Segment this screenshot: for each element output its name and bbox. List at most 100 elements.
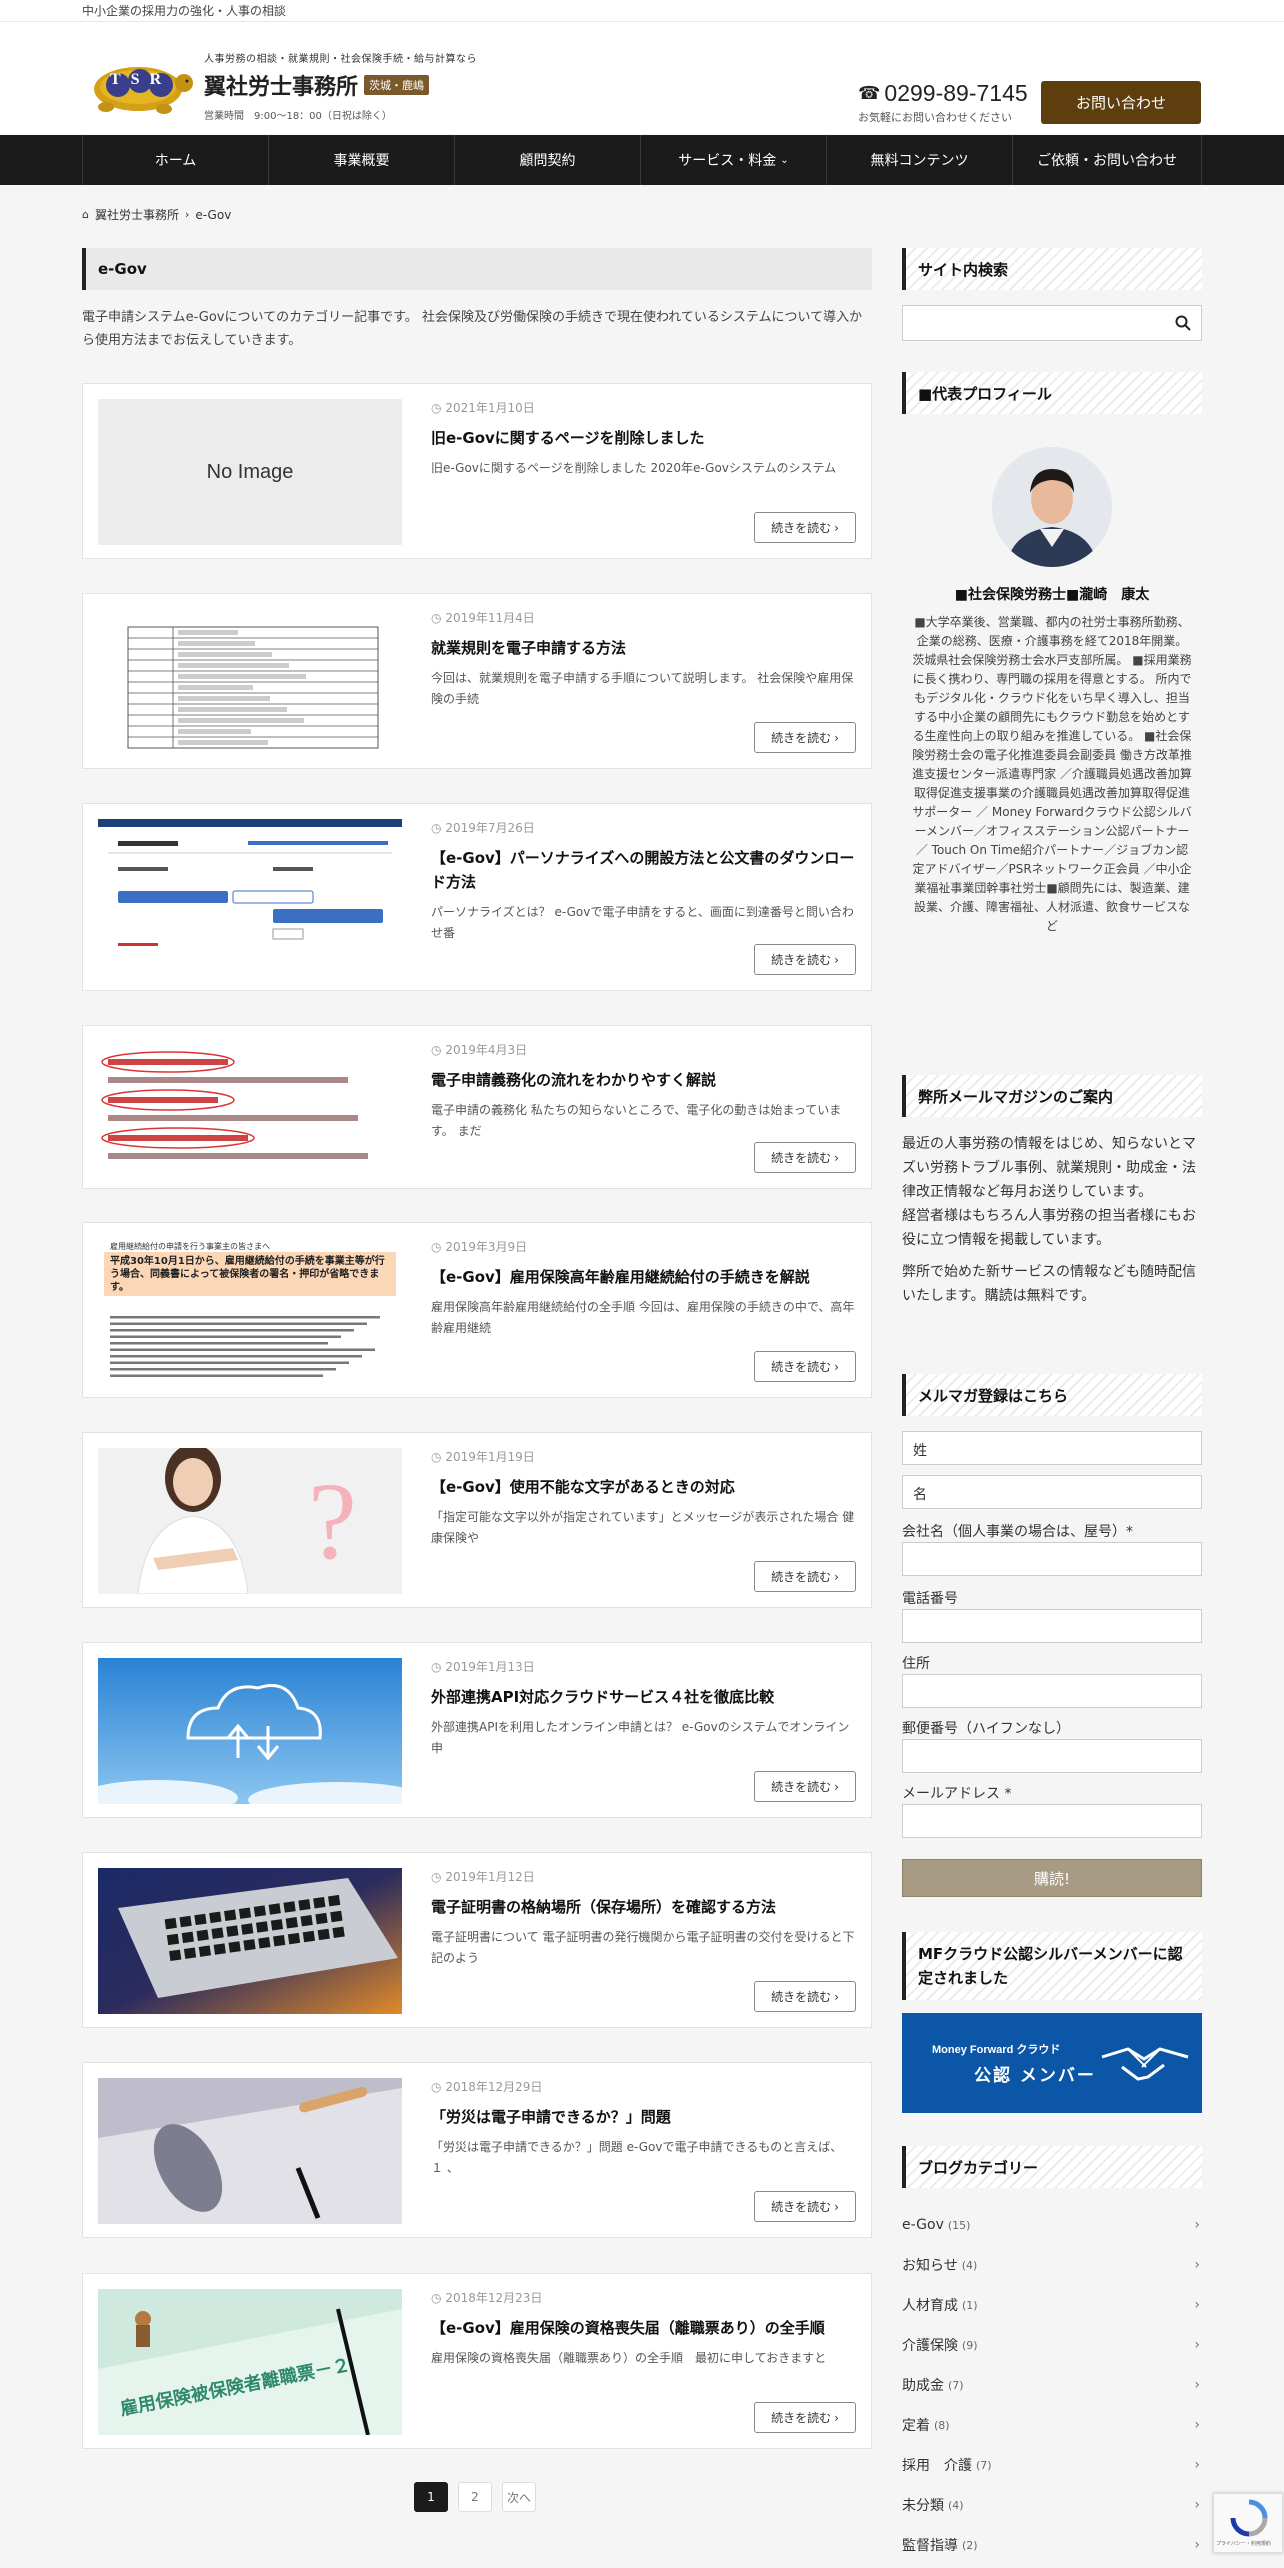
chevron-right-icon: ›	[834, 1150, 839, 1165]
post-thumbnail[interactable]: 雇用保険被保険者離職票－２	[98, 2289, 402, 2435]
category-item[interactable]: 助成金 (7) ›	[902, 2366, 1202, 2404]
post-title[interactable]: 電子証明書の格納場所（保存場所）を確認する方法	[431, 1895, 857, 1919]
post-thumbnail[interactable]	[98, 609, 402, 755]
post-title[interactable]: 【e-Gov】使用不能な文字があるときの対応	[431, 1475, 857, 1499]
post-card[interactable]: ◷ 2018年12月29日 「労災は電子申請できるか？」問題 「労災は電子申請で…	[82, 2062, 872, 2238]
read-more-button[interactable]: 続きを読む ›	[754, 512, 856, 543]
breadcrumb-home[interactable]: 翼社労士事務所	[95, 206, 179, 223]
post-title[interactable]: 旧e-Govに関するページを削除しました	[431, 426, 857, 450]
post-title[interactable]: 電子申請義務化の流れをわかりやすく解説	[431, 1068, 857, 1092]
read-more-button[interactable]: 続きを読む ›	[754, 1142, 856, 1173]
zip-field[interactable]	[902, 1739, 1202, 1773]
post-card[interactable]: 雇用保険被保険者離職票－２ ◷ 2018年12月23日 【e-Gov】雇用保険の…	[82, 2273, 872, 2449]
page-2-button[interactable]: 2	[458, 2482, 492, 2512]
read-more-button[interactable]: 続きを読む ›	[754, 2191, 856, 2222]
post-thumbnail[interactable]	[98, 1868, 402, 2014]
search-icon[interactable]	[1175, 315, 1191, 331]
category-widget-title: ブログカテゴリー	[902, 2146, 1202, 2188]
category-item[interactable]: お知らせ (4) ›	[902, 2246, 1202, 2284]
clock-icon: ◷	[431, 2080, 442, 2094]
post-thumbnail[interactable]	[98, 1658, 402, 1804]
category-count: (15)	[947, 2218, 971, 2232]
post-excerpt: 「労災は電子申請できるか？」問題 e-Govで電子申請できるものと言えば、 １ …	[431, 2140, 843, 2175]
category-item[interactable]: e-Gov (15) ›	[902, 2206, 1202, 2244]
category-name: お知らせ	[902, 2258, 958, 2274]
nav-item-advisory[interactable]: 顧問契約	[454, 135, 640, 185]
next-page-button[interactable]: 次へ	[502, 2482, 536, 2512]
post-thumbnail[interactable]: 雇用継続給付の申請を行う事業主の皆さまへ 平成30年10月1日から、雇用継続給付の…	[98, 1238, 402, 1384]
nav-item-business[interactable]: 事業概要	[268, 135, 454, 185]
turtle-logo-icon: TSR	[84, 55, 196, 117]
page-1-button[interactable]: 1	[414, 2482, 448, 2512]
post-card[interactable]: No Image ◷ 2021年1月10日 旧e-Govに関するページを削除しま…	[82, 383, 872, 559]
post-card[interactable]: ? ◷ 2019年1月19日 【e-Gov】使用不能な文字があるときの対応 「指…	[82, 1432, 872, 1608]
post-thumbnail[interactable]	[98, 819, 402, 965]
pen-paper-thumb	[98, 2078, 402, 2224]
category-name: e-Gov	[902, 2217, 944, 2233]
subscribe-button[interactable]: 購読!	[902, 1859, 1202, 1897]
category-item[interactable]: 人材育成 (1) ›	[902, 2286, 1202, 2324]
address-field[interactable]	[902, 1674, 1202, 1708]
post-title[interactable]: 【e-Gov】パーソナライズへの開設方法と公文書のダウンロード方法	[431, 846, 857, 894]
nav-item-services[interactable]: サービス・料金 ⌄	[640, 135, 826, 185]
email-field[interactable]	[902, 1804, 1202, 1838]
category-count: (1)	[962, 2298, 978, 2312]
notice-heading: 雇用継続給付の申請を行う事業主の皆さまへ	[110, 1242, 270, 1251]
site-search-input[interactable]	[902, 305, 1202, 341]
post-card[interactable]: ◷ 2019年4月3日 電子申請義務化の流れをわかりやすく解説 電子申請の義務化…	[82, 1025, 872, 1189]
category-item[interactable]: 監督指導 (2) ›	[902, 2526, 1202, 2564]
post-title[interactable]: 【e-Gov】雇用保険の資格喪失届（離職票あり）の全手順	[431, 2316, 857, 2340]
post-thumbnail[interactable]: ?	[98, 1448, 402, 1594]
category-item[interactable]: 採用 介護 (7) ›	[902, 2446, 1202, 2484]
company-field[interactable]	[902, 1542, 1202, 1576]
nav-item-inquiry[interactable]: ご依頼・お問い合わせ	[1012, 135, 1202, 185]
category-item[interactable]: 介護保険 (9) ›	[902, 2326, 1202, 2364]
read-more-button[interactable]: 続きを読む ›	[754, 2402, 856, 2433]
post-card[interactable]: ◷ 2019年11月4日 就業規則を電子申請する方法 今回は、就業規則を電子申請…	[82, 593, 872, 769]
profile-bio: ■大学卒業後、営業職、都内の社労士事務所勤務、企業の総務、医療・介護事務を経て2…	[912, 615, 1192, 933]
nav-item-home[interactable]: ホーム	[82, 135, 268, 185]
home-icon: ⌂	[82, 208, 89, 221]
read-more-button[interactable]: 続きを読む ›	[754, 722, 856, 753]
post-thumbnail[interactable]: No Image	[98, 399, 402, 545]
post-excerpt: 外部連携APIを利用したオンライン申請とは？ e-Govのシステムでオンライン申	[431, 1720, 850, 1755]
last-name-field[interactable]: 姓	[902, 1431, 1202, 1465]
recaptcha-badge[interactable]: プライバシー・利用規約	[1213, 2493, 1283, 2553]
read-more-button[interactable]: 続きを読む ›	[754, 944, 856, 975]
read-more-button[interactable]: 続きを読む ›	[754, 1351, 856, 1382]
post-title[interactable]: 外部連携API対応クラウドサービス４社を徹底比較	[431, 1685, 857, 1709]
phone-contact[interactable]: ☎ 0299-89-7145 お気軽にお問い合わせください	[858, 80, 1028, 125]
clock-icon: ◷	[431, 611, 442, 625]
read-more-button[interactable]: 続きを読む ›	[754, 1771, 856, 1802]
category-name: 人材育成	[902, 2298, 958, 2314]
category-item[interactable]: 未分類 (4) ›	[902, 2486, 1202, 2524]
read-more-button[interactable]: 続きを読む ›	[754, 1561, 856, 1592]
post-thumbnail[interactable]	[98, 2078, 402, 2224]
post-title[interactable]: 就業規則を電子申請する方法	[431, 636, 857, 660]
first-name-field[interactable]: 名	[902, 1475, 1202, 1509]
phone-field[interactable]	[902, 1609, 1202, 1643]
cloud-upload-thumb	[98, 1658, 402, 1804]
category-count: (4)	[961, 2258, 978, 2272]
post-title[interactable]: 「労災は電子申請できるか？」問題	[431, 2105, 857, 2129]
chevron-right-icon: ›	[834, 730, 839, 745]
chevron-right-icon: ›	[834, 2199, 839, 2214]
read-more-button[interactable]: 続きを読む ›	[754, 1981, 856, 2012]
post-excerpt: 「指定可能な文字以外が指定されています」とメッセージが表示された場合 健康保険や	[431, 1510, 855, 1545]
nav-item-free-content[interactable]: 無料コンテンツ	[826, 135, 1012, 185]
category-item[interactable]: 定着 (8) ›	[902, 2406, 1202, 2444]
chevron-right-icon: ›	[1194, 2457, 1200, 2473]
mf-partner-banner[interactable]: Money Forward クラウド 公認 メンバー	[902, 2013, 1202, 2113]
site-logo[interactable]: TSR 人事労務の相談・就業規則・社会保険手続・給与計算なら 翼社労士事務所 茨…	[84, 50, 477, 122]
post-title[interactable]: 【e-Gov】雇用保険高年齢雇用継続給付の手続きを解説	[431, 1265, 857, 1289]
category-count: (2)	[962, 2538, 978, 2552]
post-thumbnail[interactable]	[98, 1041, 402, 1187]
post-card[interactable]: ◷ 2019年1月12日 電子証明書の格納場所（保存場所）を確認する方法 電子証…	[82, 1852, 872, 2028]
post-excerpt: 今回は、就業規則を電子申請する手順について説明します。 社会保険や雇用保険の手続	[431, 671, 854, 706]
contact-button[interactable]: お問い合わせ	[1041, 81, 1201, 124]
post-card[interactable]: ◷ 2019年7月26日 【e-Gov】パーソナライズへの開設方法と公文書のダウ…	[82, 803, 872, 991]
post-card[interactable]: ◷ 2019年1月13日 外部連携API対応クラウドサービス４社を徹底比較 外部…	[82, 1642, 872, 1818]
archive-description: 電子申請システムe-Govについてのカテゴリー記事です。 社会保険及び労働保険の…	[82, 310, 863, 348]
post-card[interactable]: 雇用継続給付の申請を行う事業主の皆さまへ 平成30年10月1日から、雇用継続給付の…	[82, 1222, 872, 1398]
magazine-paragraph-1b: 経営者様はもちろん人事労務の担当者様にもお役に立つ情報を掲載しています。	[902, 1208, 1196, 1248]
